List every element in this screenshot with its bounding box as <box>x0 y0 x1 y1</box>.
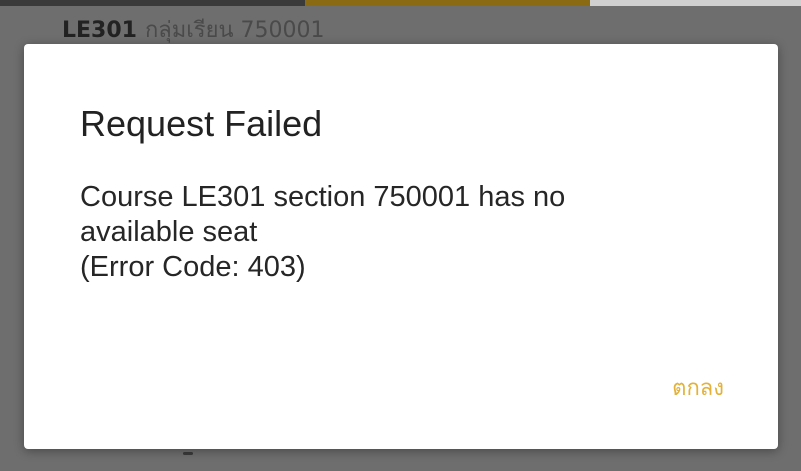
top-app-strip <box>0 0 801 6</box>
background-fragment <box>183 452 193 455</box>
background-course-code: LE301 <box>62 18 137 43</box>
background-section-label: กลุ่มเรียน 750001 <box>144 18 325 43</box>
dialog-message-line: (Error Code: 403) <box>80 251 306 283</box>
top-strip-light <box>590 0 801 6</box>
error-dialog: Request Failed Course LE301 section 7500… <box>24 44 778 449</box>
dialog-message: Course LE301 section 750001 has no avail… <box>80 180 740 285</box>
top-strip-highlight <box>305 0 590 6</box>
dialog-title: Request Failed <box>80 103 323 144</box>
dialog-message-line: available seat <box>80 216 258 248</box>
ok-button[interactable]: ตกลง <box>666 364 730 411</box>
background-course-row: LE301 กลุ่มเรียน 750001 <box>62 16 325 46</box>
dialog-message-line: Course LE301 section 750001 has no <box>80 181 566 213</box>
